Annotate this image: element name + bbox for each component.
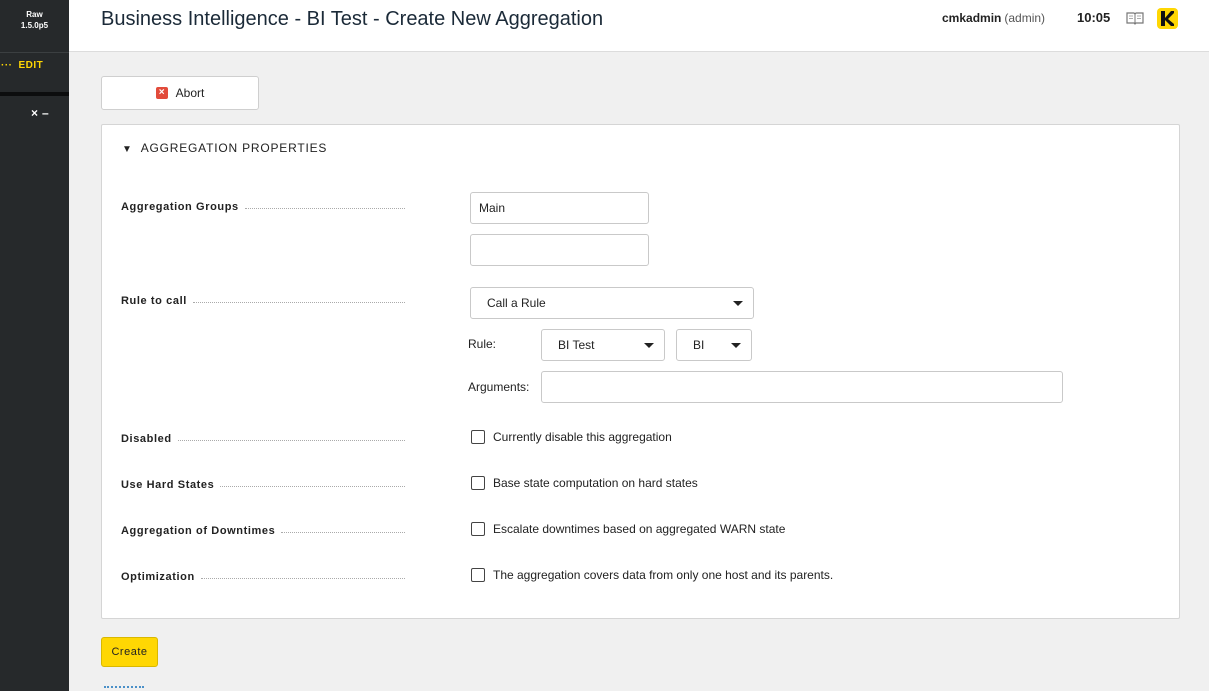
aggregation-properties-panel: ▼ AGGREGATION PROPERTIES Aggregation Grou… (101, 124, 1180, 619)
label-dots (177, 440, 405, 441)
label-dots (220, 486, 405, 487)
create-button[interactable]: Create (101, 637, 158, 667)
downtimes-checkbox[interactable] (471, 522, 485, 536)
optimization-text: The aggregation covers data from only on… (493, 568, 834, 582)
create-label: Create (111, 646, 148, 658)
user-role: (admin) (1004, 11, 1046, 25)
rule-to-call-label-text: Rule to call (121, 295, 187, 307)
disable-aggregation-option[interactable]: Currently disable this aggregation (471, 430, 672, 444)
rule-mode-select[interactable]: Call a Rule (470, 287, 754, 319)
edition-badge[interactable]: Raw 1.5.0p5 (0, 9, 69, 31)
hard-states-label: Use Hard States (121, 479, 405, 491)
abort-label: Abort (175, 86, 205, 100)
sidebar-controls: × – (31, 106, 53, 120)
page-header: Business Intelligence - BI Test - Create… (69, 0, 1209, 52)
optimization-checkbox[interactable] (471, 568, 485, 582)
aggregation-groups-label-text: Aggregation Groups (121, 201, 239, 213)
section-header[interactable]: ▼ AGGREGATION PROPERTIES (122, 141, 327, 155)
aggregation-group-value-1: Main (479, 201, 506, 215)
rule-pack-value: BI (693, 338, 705, 352)
clock: 10:05 (1077, 10, 1111, 25)
label-dots (281, 532, 405, 533)
optimization-option[interactable]: The aggregation covers data from only on… (471, 568, 833, 582)
aggregation-group-input-2[interactable] (470, 234, 649, 266)
downtimes-label-text: Aggregation of Downtimes (121, 525, 276, 537)
downtimes-label: Aggregation of Downtimes (121, 525, 405, 537)
disabled-label-text: Disabled (121, 433, 172, 445)
rule-pack-select[interactable]: BI (676, 329, 752, 361)
page-title: Business Intelligence - BI Test - Create… (101, 8, 604, 30)
rule-select[interactable]: BI Test (541, 329, 665, 361)
user-info[interactable]: cmkadmin (admin) (942, 11, 1045, 25)
edit-mode-indicator[interactable]: ··· EDIT (0, 52, 69, 76)
disable-aggregation-checkbox[interactable] (471, 430, 485, 444)
downtimes-option[interactable]: Escalate downtimes based on aggregated W… (471, 522, 785, 536)
close-icon[interactable]: × (31, 106, 38, 120)
disable-aggregation-text: Currently disable this aggregation (493, 430, 672, 444)
sidebar: Raw 1.5.0p5 ··· EDIT × – (0, 0, 69, 691)
more-dots-icon: ··· (1, 60, 13, 71)
hard-states-label-text: Use Hard States (121, 479, 215, 491)
edition-label: Raw (26, 10, 43, 19)
arguments-label: Arguments: (468, 380, 530, 394)
chevron-down-icon (731, 343, 741, 348)
hard-states-option[interactable]: Base state computation on hard states (471, 476, 698, 490)
edit-label: EDIT (18, 60, 44, 71)
rule-label: Rule: (468, 337, 497, 351)
minimize-icon[interactable]: – (42, 106, 49, 120)
hard-states-checkbox[interactable] (471, 476, 485, 490)
label-dots (192, 302, 405, 303)
version-label: 1.5.0p5 (20, 21, 49, 30)
disabled-label: Disabled (121, 433, 405, 445)
label-dots (244, 208, 405, 209)
chevron-down-icon (644, 343, 654, 348)
username: cmkadmin (942, 11, 1002, 25)
optimization-label: Optimization (121, 571, 405, 583)
footer-link-stub[interactable] (104, 686, 144, 691)
aggregation-groups-label: Aggregation Groups (121, 201, 405, 213)
optimization-label-text: Optimization (121, 571, 195, 583)
label-dots (200, 578, 405, 579)
hard-states-text: Base state computation on hard states (493, 476, 698, 490)
section-title: AGGREGATION PROPERTIES (140, 141, 328, 155)
chevron-down-icon (733, 301, 743, 306)
collapse-triangle-icon: ▼ (122, 144, 133, 155)
rule-to-call-label: Rule to call (121, 295, 405, 307)
arguments-input[interactable] (541, 371, 1063, 403)
abort-button[interactable]: × Abort (101, 76, 259, 110)
aggregation-group-input-1[interactable]: Main (470, 192, 649, 224)
abort-icon: × (155, 87, 168, 99)
rule-mode-value: Call a Rule (487, 296, 546, 310)
sidebar-divider (0, 92, 69, 96)
checkmk-logo-icon[interactable] (1157, 8, 1178, 29)
book-icon[interactable] (1126, 11, 1144, 25)
downtimes-text: Escalate downtimes based on aggregated W… (493, 522, 786, 536)
rule-value: BI Test (558, 338, 595, 352)
